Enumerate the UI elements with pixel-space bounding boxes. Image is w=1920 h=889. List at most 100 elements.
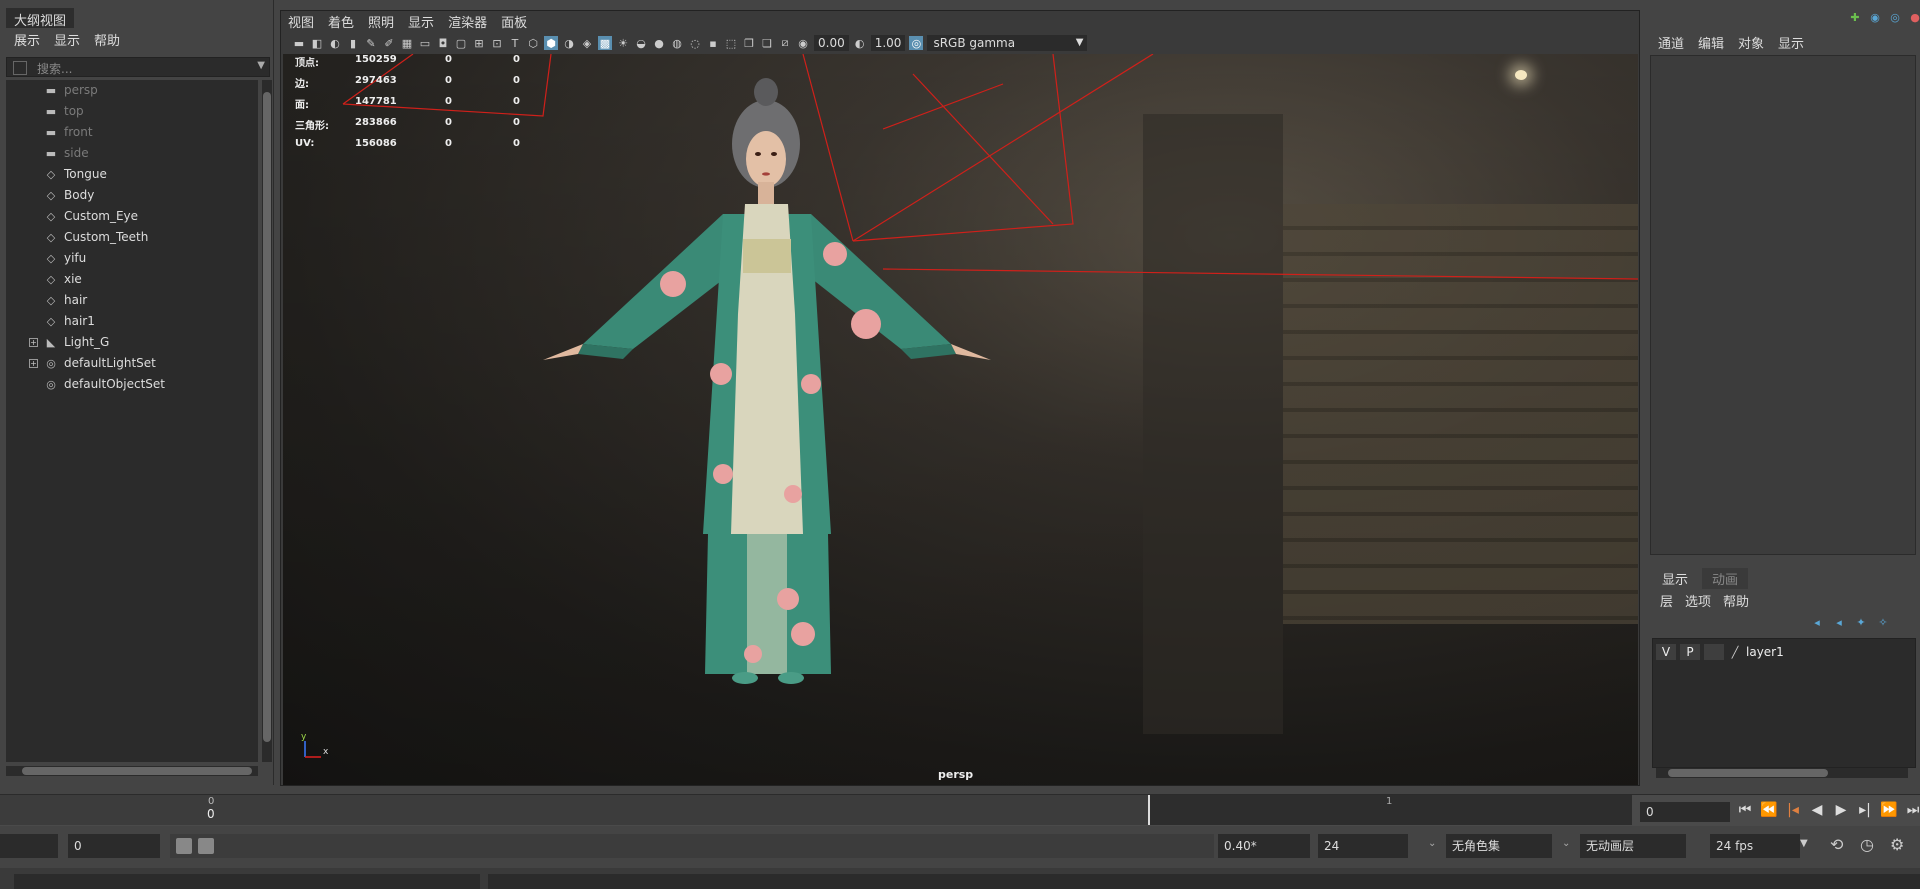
depth-of-field-icon[interactable]: ▪ xyxy=(706,36,720,50)
film-gate-icon[interactable]: ▭ xyxy=(418,36,432,50)
grease-pencil-icon[interactable]: ✐ xyxy=(382,36,396,50)
layer-playback-toggle[interactable]: P xyxy=(1680,644,1700,660)
outliner-item-defaultObjectSet[interactable]: ◎ defaultObjectSet xyxy=(44,374,165,394)
outliner-item-persp[interactable]: ▬ persp xyxy=(44,80,98,100)
new-layer-icon[interactable]: ✦ xyxy=(1854,615,1868,629)
outliner-item-xie[interactable]: ◇ xie xyxy=(44,269,82,289)
scrollbar-thumb[interactable] xyxy=(1668,769,1828,777)
layer-row[interactable]: V P ╱ layer1 xyxy=(1656,642,1912,662)
menu-view[interactable]: 视图 xyxy=(288,12,314,32)
menu-panels[interactable]: 面板 xyxy=(501,12,527,32)
exposure-icon[interactable]: ◉ xyxy=(796,36,810,50)
menu-object[interactable]: 对象 xyxy=(1738,33,1764,52)
step-back-frame-icon[interactable]: |◂ xyxy=(1784,801,1802,819)
outliner-tab[interactable]: 大纲视图 xyxy=(6,8,75,29)
screen-space-ao-icon[interactable]: ● xyxy=(652,36,666,50)
menu-lighting[interactable]: 照明 xyxy=(368,12,394,32)
chevron-down-icon[interactable]: ▼ xyxy=(1800,838,1808,849)
grid-icon[interactable]: ▦ xyxy=(400,36,414,50)
outliner-horizontal-scrollbar[interactable] xyxy=(6,766,258,776)
viewport-canvas[interactable]: y x 顶点: 150259 0 0 边: 297463 0 0 面: 147781 0 0 三角形: 2… xyxy=(283,54,1638,785)
character-set-chevron-icon[interactable]: ⌄ xyxy=(1428,838,1436,849)
playback-speed-field[interactable]: 0.40* xyxy=(1218,834,1310,858)
xray-joints-icon[interactable]: ❏ xyxy=(760,36,774,50)
go-to-end-icon[interactable]: ⏭ xyxy=(1904,801,1920,819)
layer-color-icon[interactable]: ╱ xyxy=(1728,645,1742,659)
current-frame-field[interactable]: 0 xyxy=(1640,802,1730,822)
outliner-item-Custom_Eye[interactable]: ◇ Custom_Eye xyxy=(44,206,138,226)
outliner-item-side[interactable]: ▬ side xyxy=(44,143,89,163)
menu-channels[interactable]: 通道 xyxy=(1658,33,1684,52)
command-line-field[interactable] xyxy=(14,874,480,889)
menu-layers[interactable]: 层 xyxy=(1660,591,1673,610)
menu-show[interactable]: 显示 xyxy=(408,12,434,32)
anim-layer-chevron-icon[interactable]: ⌄ xyxy=(1562,838,1570,849)
outliner-item-Body[interactable]: ◇ Body xyxy=(44,185,95,205)
gamma-icon[interactable]: ◐ xyxy=(853,36,867,50)
outliner-menu-show[interactable]: 展示 xyxy=(14,30,40,50)
move-layer-down-icon[interactable]: ◂ xyxy=(1832,615,1846,629)
outliner-item-Custom_Teeth[interactable]: ◇ Custom_Teeth xyxy=(44,227,149,247)
expand-icon[interactable]: + xyxy=(29,359,38,368)
play-backward-icon[interactable]: ◀ xyxy=(1808,801,1826,819)
layer-horizontal-scrollbar[interactable] xyxy=(1656,768,1908,778)
outliner-item-Light_G[interactable]: ◣ Light_G xyxy=(44,332,109,352)
outliner-item-defaultLightSet[interactable]: ◎ defaultLightSet xyxy=(44,353,156,373)
camera-attributes-icon[interactable]: ◧ xyxy=(310,36,324,50)
play-forward-icon[interactable]: ▶ xyxy=(1832,801,1850,819)
range-slider-handle-right[interactable] xyxy=(198,838,214,854)
default-material-icon[interactable]: ◑ xyxy=(562,36,576,50)
scrollbar-thumb[interactable] xyxy=(263,92,271,742)
new-layer-selected-icon[interactable]: ✧ xyxy=(1876,615,1890,629)
outliner-item-front[interactable]: ▬ front xyxy=(44,122,93,142)
layer-visibility-toggle[interactable]: V xyxy=(1656,644,1676,660)
outliner-item-top[interactable]: ▬ top xyxy=(44,101,84,121)
auto-key-icon[interactable]: ◷ xyxy=(1860,835,1874,854)
range-slider-track[interactable] xyxy=(170,834,1214,858)
menu-shading[interactable]: 着色 xyxy=(328,12,354,32)
wireframe-icon[interactable]: ⬡ xyxy=(526,36,540,50)
safe-title-icon[interactable]: T xyxy=(508,36,522,50)
outliner-menu-display[interactable]: 显示 xyxy=(54,30,80,50)
tab-anim-layers[interactable]: 动画 xyxy=(1702,568,1749,589)
step-back-key-icon[interactable]: ⏪ xyxy=(1760,801,1778,819)
textured-icon[interactable]: ▩ xyxy=(598,36,612,50)
smooth-shade-icon[interactable]: ⬢ xyxy=(544,36,558,50)
gamma-field[interactable]: 1.00 xyxy=(870,35,906,51)
go-to-start-icon[interactable]: ⏮ xyxy=(1736,801,1754,819)
preferences-icon[interactable]: ⚙ xyxy=(1890,835,1904,854)
outliner-item-hair[interactable]: ◇ hair xyxy=(44,290,87,310)
outliner-search-input[interactable]: 搜索... ▼ xyxy=(6,57,270,77)
menu-edit[interactable]: 编辑 xyxy=(1698,33,1724,52)
step-forward-frame-icon[interactable]: ▸| xyxy=(1856,801,1874,819)
filter-icon[interactable] xyxy=(13,61,27,75)
safe-action-icon[interactable]: ⊡ xyxy=(490,36,504,50)
modeling-toolkit-icon[interactable]: ✚ xyxy=(1848,10,1862,24)
outliner-vertical-scrollbar[interactable] xyxy=(262,80,272,762)
use-lights-icon[interactable]: ☀ xyxy=(616,36,630,50)
character-set-select[interactable]: 无角色集 xyxy=(1446,834,1552,858)
outliner-item-Tongue[interactable]: ◇ Tongue xyxy=(44,164,107,184)
2d-pan-icon[interactable]: ✎ xyxy=(364,36,378,50)
anti-aliasing-icon[interactable]: ◌ xyxy=(688,36,702,50)
attribute-editor-icon[interactable]: ◉ xyxy=(1868,10,1882,24)
layer-display-type[interactable] xyxy=(1704,644,1724,660)
image-plane-icon[interactable]: ▮ xyxy=(346,36,360,50)
playback-end-field[interactable]: 24 xyxy=(1318,834,1408,858)
color-management-icon[interactable]: ◎ xyxy=(909,36,924,50)
range-slider-handle-left[interactable] xyxy=(176,838,192,854)
exposure-field[interactable]: 0.00 xyxy=(814,35,849,51)
move-layer-up-icon[interactable]: ◂ xyxy=(1810,615,1824,629)
tab-display-layers[interactable]: 显示 xyxy=(1652,568,1698,589)
bookmark-icon[interactable]: ◐ xyxy=(328,36,342,50)
menu-display[interactable]: 显示 xyxy=(1778,33,1804,52)
tool-settings-icon[interactable]: ◎ xyxy=(1888,10,1902,24)
layer-name[interactable]: layer1 xyxy=(1746,645,1784,659)
playback-start-field[interactable]: 0 xyxy=(68,834,160,858)
view-transform-select[interactable]: sRGB gamma ▼ xyxy=(927,35,1088,51)
menu-options[interactable]: 选项 xyxy=(1685,591,1711,610)
scene-start-field[interactable] xyxy=(0,834,58,858)
resolution-gate-icon[interactable]: ◘ xyxy=(436,36,450,50)
outliner-menu-help[interactable]: 帮助 xyxy=(94,30,120,50)
chevron-down-icon[interactable]: ▼ xyxy=(257,60,265,71)
